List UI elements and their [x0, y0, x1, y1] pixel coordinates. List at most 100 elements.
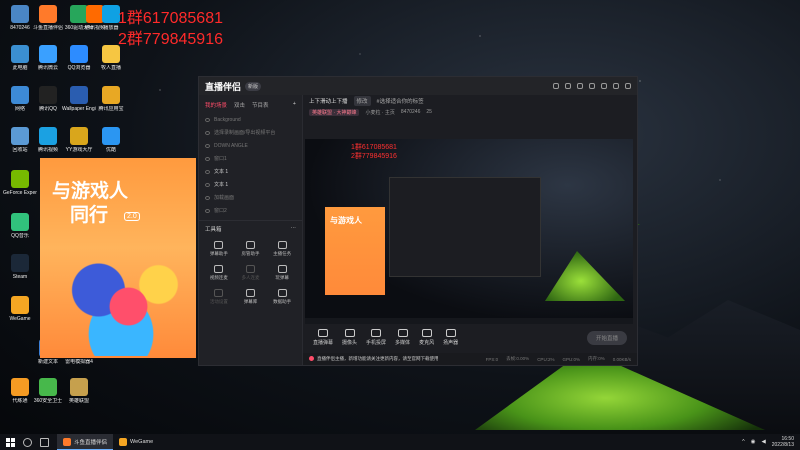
edit-title-button[interactable]: 修改 — [353, 96, 371, 106]
taskbar-app[interactable]: WeGame — [113, 434, 159, 450]
eye-icon[interactable] — [205, 169, 210, 174]
tool-label: 数据助手 — [273, 299, 292, 304]
tool-icon — [214, 241, 224, 249]
preview-group-2: 2群779845916 — [351, 153, 397, 160]
toolbox-more-button[interactable]: ··· — [291, 225, 297, 233]
source-item[interactable]: DOWN ANGLE — [199, 139, 302, 152]
desktop-icon-label: 腾讯微云 — [37, 65, 58, 71]
desktop-icon[interactable]: 360安全卫士 — [31, 378, 65, 404]
clock-date: 2022/8/13 — [771, 442, 794, 448]
desktop-icon[interactable]: WeGame — [3, 296, 37, 322]
tool-label: 活动设置 — [209, 299, 228, 304]
desktop-icon[interactable]: 英雄联盟 — [62, 378, 96, 404]
source-item[interactable]: 窗口2 — [199, 204, 302, 217]
desktop-icon[interactable]: 腾讯QQ — [31, 86, 65, 112]
start-button[interactable] — [6, 437, 15, 447]
volume-icon[interactable]: ◀ — [762, 439, 766, 445]
eye-icon[interactable] — [205, 143, 210, 148]
desktop-icon[interactable]: QQ音乐 — [3, 213, 37, 239]
tool-item[interactable]: 弹幕助手 — [203, 241, 235, 257]
eye-icon[interactable] — [205, 156, 210, 161]
toolbox-title: 工具箱 — [205, 227, 222, 233]
system-tray: ^ ◉ ◀ 16:50 2022/8/13 — [742, 436, 794, 448]
app-icon — [70, 127, 88, 145]
status-notice[interactable]: 直播伴侣主播，新增功能请关注更新内容，请至官网下载使用 — [309, 356, 439, 362]
control-button[interactable]: 直播弹幕 — [313, 329, 333, 346]
menu-icon[interactable] — [589, 83, 595, 89]
stream-title[interactable]: 上下滑动上下播 — [309, 97, 348, 105]
poster-line1: 与游戏人 — [52, 180, 129, 202]
tool-item[interactable]: 多人连麦 — [235, 265, 267, 281]
clock[interactable]: 16:50 2022/8/13 — [772, 436, 794, 448]
tab-my-scene[interactable]: 我的场景 — [205, 101, 227, 109]
tab-schedule[interactable]: 节目表 — [252, 101, 269, 109]
control-button[interactable]: 手机投屏 — [366, 329, 386, 346]
tool-label: 弹幕库 — [243, 299, 258, 304]
skin-icon[interactable] — [577, 83, 583, 89]
minimize-icon[interactable] — [601, 83, 607, 89]
settings-icon[interactable] — [553, 83, 559, 89]
control-button[interactable]: 多媒体 — [395, 329, 410, 346]
qq-group-1: 1群617085681 — [118, 10, 223, 27]
source-item[interactable]: 文本 1 — [199, 165, 302, 178]
tool-item[interactable]: 视频连麦 — [203, 265, 235, 281]
control-button[interactable]: 麦克风 — [419, 329, 434, 346]
main-panel: 上下滑动上下播 修改 #选择适合你的标签 英雄联盟 · 大神巅峰 小麦粒 · 主… — [303, 95, 637, 365]
tray-chevron-icon[interactable]: ^ — [742, 439, 745, 445]
tool-label: 玩弹幕 — [275, 275, 289, 280]
desktop-icon[interactable]: Wallpaper Engine — [62, 86, 96, 112]
tool-item[interactable]: 活动设置 — [203, 289, 235, 305]
maximize-icon[interactable] — [613, 83, 619, 89]
control-button[interactable]: 摄像头 — [342, 329, 357, 346]
tool-icon — [214, 289, 224, 297]
tab-double[interactable]: 双击 — [234, 101, 245, 109]
tool-icon — [245, 289, 255, 297]
eye-icon[interactable] — [205, 195, 210, 200]
tool-item[interactable]: 主播任务 — [266, 241, 298, 257]
tool-item[interactable]: 弹幕库 — [235, 289, 267, 305]
network-icon[interactable]: ◉ — [751, 439, 756, 445]
source-item[interactable]: Background — [199, 113, 302, 126]
eye-icon[interactable] — [205, 130, 210, 135]
stream-category[interactable]: 英雄联盟 · 大神巅峰 — [309, 108, 360, 116]
taskbar-app-label: 斗鱼直播伴侣 — [74, 439, 108, 446]
control-button[interactable]: 扬声器 — [443, 329, 458, 346]
stream-tag[interactable]: #选择适合你的标签 — [377, 97, 424, 105]
source-item[interactable]: 加载画面 — [199, 191, 302, 204]
desktop-icon[interactable]: YY游戏大厅 — [62, 127, 96, 153]
stat-cpu: CPU:2% — [537, 356, 555, 362]
tool-label: 房管助手 — [241, 251, 260, 256]
desktop-icon[interactable]: 优酷 — [94, 127, 128, 153]
desktop-icon[interactable]: 腾讯应用宝 — [94, 86, 128, 112]
desktop-icon[interactable]: 腾讯微云 — [31, 45, 65, 71]
desktop-icon[interactable]: 腾讯视频 — [31, 127, 65, 153]
eye-icon[interactable] — [205, 208, 210, 213]
source-item[interactable]: 选择录制画面/导出视频平台 — [199, 126, 302, 139]
desktop-icon-label: 腾讯QQ — [39, 106, 57, 112]
source-label: 窗口2 — [214, 208, 227, 214]
app-icon — [11, 127, 29, 145]
desktop-icon[interactable]: 斗鱼直播伴侣 — [31, 5, 65, 31]
app-titlebar[interactable]: 直播伴侣 新版 — [199, 77, 637, 95]
taskbar-apps: 斗鱼直播伴侣 WeGame — [57, 434, 159, 450]
eye-icon[interactable] — [205, 182, 210, 187]
desktop-icon[interactable]: GeForce Experience — [3, 170, 37, 196]
tool-item[interactable]: 数据助手 — [266, 289, 298, 305]
source-item[interactable]: 窗口1 — [199, 152, 302, 165]
stream-preview[interactable]: 1群617085681 2群779845916 与游戏人 — [305, 139, 633, 324]
search-icon[interactable] — [23, 437, 32, 447]
add-scene-button[interactable]: + — [293, 101, 296, 109]
task-view-icon[interactable] — [40, 437, 49, 447]
desktop-icon[interactable]: QQ浏览器 — [62, 45, 96, 71]
tool-item[interactable]: 房管助手 — [235, 241, 267, 257]
source-item[interactable]: 文本 1 — [199, 178, 302, 191]
taskbar-app[interactable]: 斗鱼直播伴侣 — [57, 434, 114, 450]
desktop-icon-label: QQ浏览器 — [67, 65, 91, 71]
message-icon[interactable] — [565, 83, 571, 89]
app-icon — [11, 45, 29, 63]
desktop-icon[interactable]: Steam — [3, 254, 37, 280]
eye-icon[interactable] — [205, 117, 210, 122]
go-live-button[interactable]: 开始直播 — [586, 330, 627, 345]
close-icon[interactable] — [625, 83, 631, 89]
tool-item[interactable]: 玩弹幕 — [266, 265, 298, 281]
